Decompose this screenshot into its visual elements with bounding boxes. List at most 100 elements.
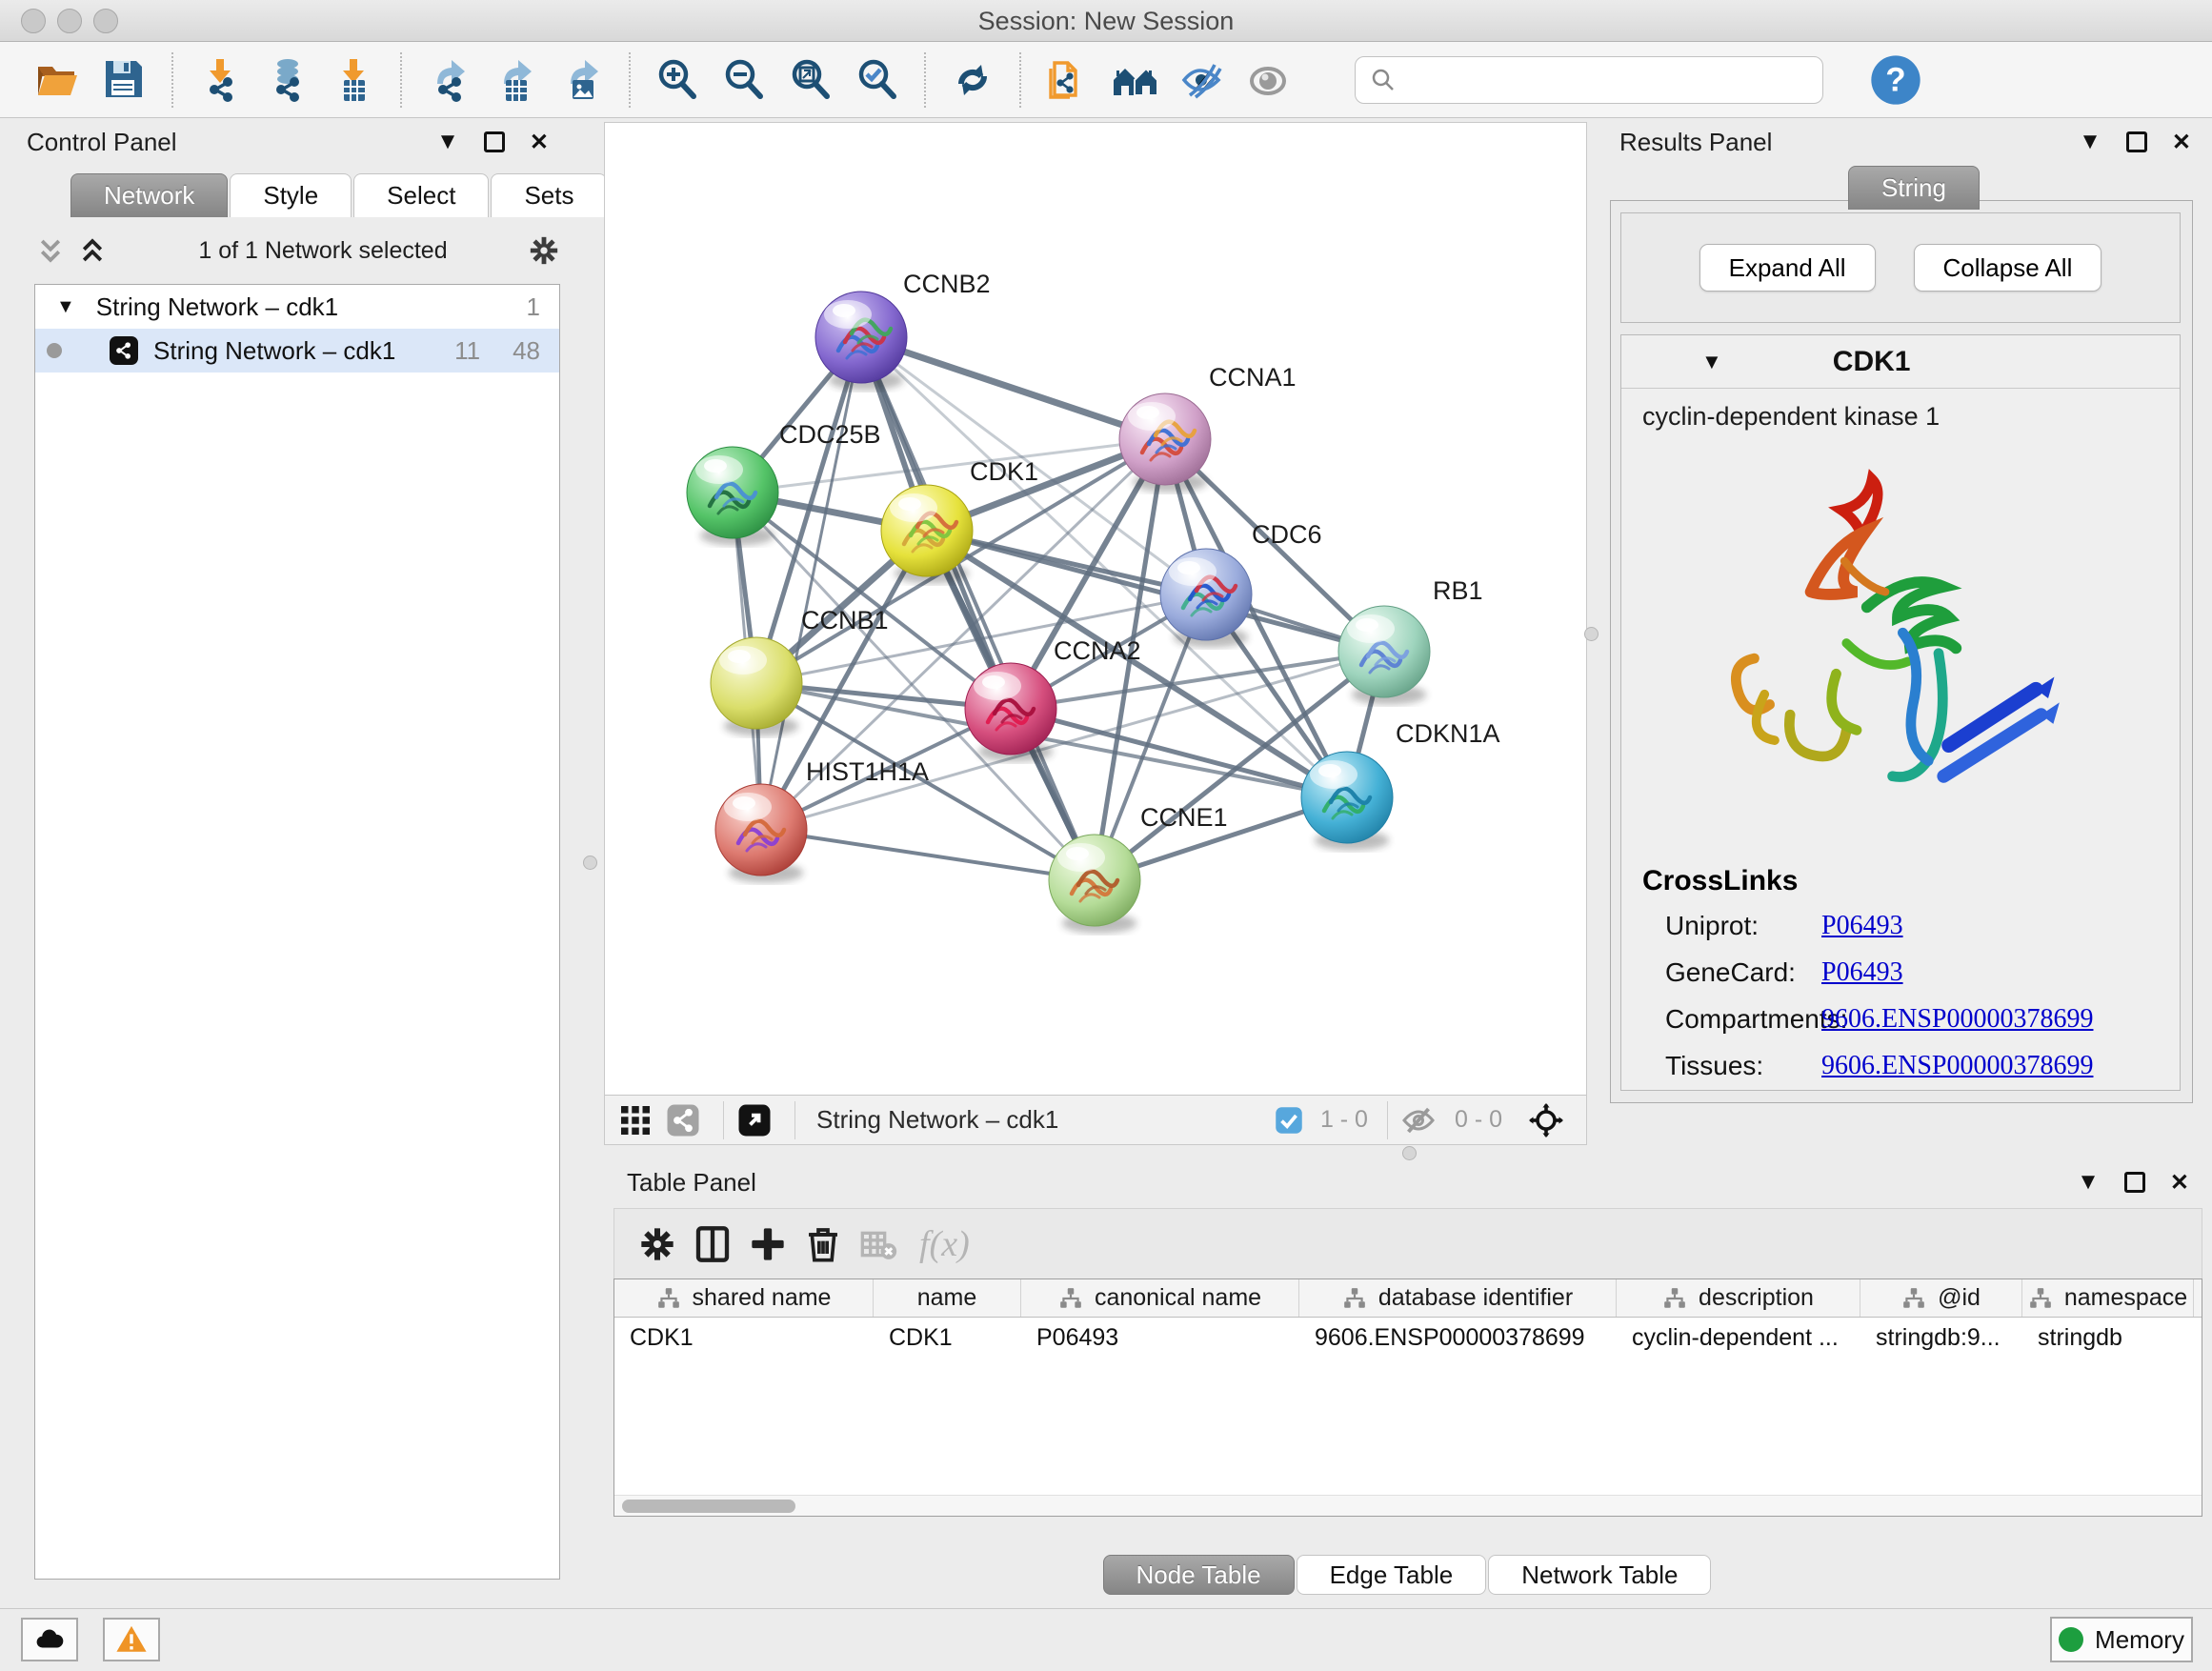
show-columns-icon[interactable] [685,1218,740,1270]
tab-network-table[interactable]: Network Table [1488,1555,1711,1595]
hide-glasses-button[interactable] [1168,50,1235,111]
birdseye-view-icon[interactable] [735,1101,774,1139]
apply-layout-button[interactable] [939,50,1006,111]
tab-edge-table[interactable]: Edge Table [1297,1555,1487,1595]
table-hscrollbar[interactable] [614,1495,2202,1516]
help-button[interactable]: ? [1869,53,1922,107]
export-image-button[interactable] [549,50,615,111]
zoom-out-button[interactable] [711,50,777,111]
tab-sets[interactable]: Sets [491,173,607,217]
memory-button[interactable]: Memory [2050,1617,2193,1662]
network-node-RB1[interactable]: RB1 [1338,576,1483,705]
expand-all-button[interactable]: Expand All [1699,244,1876,292]
memory-label: Memory [2095,1625,2184,1655]
import-table-button[interactable] [320,50,387,111]
network-node-HIST1H1A[interactable]: HIST1H1A [715,757,929,883]
tab-select[interactable]: Select [353,173,489,217]
right-splitter-handle[interactable] [1584,627,1599,641]
tab-network[interactable]: Network [70,173,228,217]
network-node-CCNA1[interactable]: CCNA1 [1119,363,1297,493]
network-edge-CCNB2-CCNE1[interactable] [861,337,1095,880]
grid-view-icon[interactable] [616,1101,654,1139]
tab-string[interactable]: String [1848,166,1980,210]
table-menu-icon[interactable]: ▼ [2077,1169,2100,1196]
pan-crosshair-icon[interactable] [1527,1101,1565,1139]
import-network-database-button[interactable] [253,50,320,111]
network-node-CCNB1[interactable]: CCNB1 [711,606,889,736]
main-area: Control Panel ▼ ✕ NetworkStyleSelectSets… [0,118,2212,1608]
table-options-gear-icon[interactable] [630,1218,685,1270]
table-float-icon[interactable] [2124,1172,2145,1193]
column-header-shared-name[interactable]: shared name [614,1279,874,1317]
results-close-icon[interactable]: ✕ [2172,129,2191,156]
network-row[interactable]: String Network – cdk1 11 48 [35,329,559,372]
crosslink-link[interactable]: P06493 [1821,957,1903,988]
add-column-icon[interactable] [740,1218,795,1270]
zoom-in-button[interactable] [644,50,711,111]
network-edge-CCNB2-CCNA1[interactable] [861,337,1165,439]
save-session-button[interactable] [91,50,158,111]
share-document-button[interactable] [1035,50,1101,111]
selected-checkbox-icon[interactable] [1275,1101,1303,1139]
column-header-description[interactable]: description [1617,1279,1860,1317]
column-header-canonical-name[interactable]: canonical name [1021,1279,1299,1317]
column-header-database-identifier[interactable]: database identifier [1299,1279,1617,1317]
network-edge-CDK1-RB1[interactable] [927,531,1384,652]
table-splitter[interactable] [604,1145,2212,1162]
home-button[interactable] [1101,50,1168,111]
crosslink-row: Compartments:9606.ENSP00000378699 [1642,1004,2157,1035]
open-session-button[interactable] [25,50,91,111]
network-node-CDKN1A[interactable]: CDKN1A [1301,719,1500,851]
warning-status-button[interactable] [103,1618,160,1661]
search-input[interactable] [1398,65,1809,94]
gene-section-header[interactable]: ▼ CDK1 [1621,335,2180,389]
network-node-CDC25B[interactable]: CDC25B [687,420,881,546]
network-edge-HIST1H1A-CCNE1[interactable] [761,830,1095,880]
network-view-toolbar: String Network – cdk1 1 - 0 0 - 0 [605,1095,1586,1144]
column-header--id[interactable]: @id [1860,1279,2022,1317]
table-cell: stringdb:9... [1860,1318,2022,1358]
table-row[interactable]: CDK1CDK1P064939606.ENSP00000378699cyclin… [614,1318,2202,1358]
table-hscrollbar-thumb[interactable] [622,1500,795,1513]
network-tree: ▼ String Network – cdk1 1 String Network… [34,284,560,1580]
zoom-selected-button[interactable] [844,50,911,111]
export-network-button[interactable] [415,50,482,111]
import-network-button[interactable] [187,50,253,111]
column-header-namespace[interactable]: namespace [2022,1279,2194,1317]
column-header-name[interactable]: name [874,1279,1021,1317]
crosslink-row: GeneCard:P06493 [1642,957,2157,988]
panel-menu-icon[interactable]: ▼ [436,129,459,155]
expand-all-icon[interactable] [76,236,109,265]
network-canvas[interactable]: CCNB2CCNA1CDC25BCDK1CDC6RB1CCNB1CCNA2CDK… [605,123,1586,1093]
panel-close-icon[interactable]: ✕ [530,129,549,156]
network-options-gear-icon[interactable] [528,234,560,267]
network-collection-row[interactable]: ▼ String Network – cdk1 1 [35,285,559,329]
delete-column-icon[interactable] [795,1218,851,1270]
panel-float-icon[interactable] [484,131,505,152]
table-splitter-handle[interactable] [1402,1146,1417,1160]
network-edge-CCNB2-HIST1H1A[interactable] [761,337,861,830]
results-menu-icon[interactable]: ▼ [2079,129,2101,155]
crosslink-link[interactable]: 9606.ENSP00000378699 [1821,1004,2093,1035]
collection-expander-icon[interactable]: ▼ [56,296,75,318]
crosslink-link[interactable]: P06493 [1821,911,1903,941]
zoom-fit-button[interactable] [777,50,844,111]
network-node-CCNE1[interactable]: CCNE1 [1049,803,1228,934]
share-view-icon[interactable] [664,1101,702,1139]
export-table-button[interactable] [482,50,549,111]
tab-style[interactable]: Style [230,173,352,217]
crosslink-link[interactable]: 9606.ENSP00000378699 [1821,1051,2093,1081]
results-float-icon[interactable] [2126,131,2147,152]
collapse-all-button[interactable]: Collapse All [1914,244,2102,292]
cloud-status-button[interactable] [21,1618,78,1661]
table-close-icon[interactable]: ✕ [2170,1169,2189,1197]
search-field[interactable] [1355,56,1823,104]
collapse-all-icon[interactable] [34,236,67,265]
gene-expander-icon[interactable]: ▼ [1701,350,1722,374]
folder-open-icon [33,55,83,105]
tab-node-table[interactable]: Node Table [1103,1555,1295,1595]
node-label-CCNA1: CCNA1 [1209,363,1297,392]
hidden-eye-slash-icon[interactable] [1399,1101,1438,1139]
left-splitter-handle[interactable] [583,856,597,870]
show-eye-button[interactable] [1235,50,1301,111]
